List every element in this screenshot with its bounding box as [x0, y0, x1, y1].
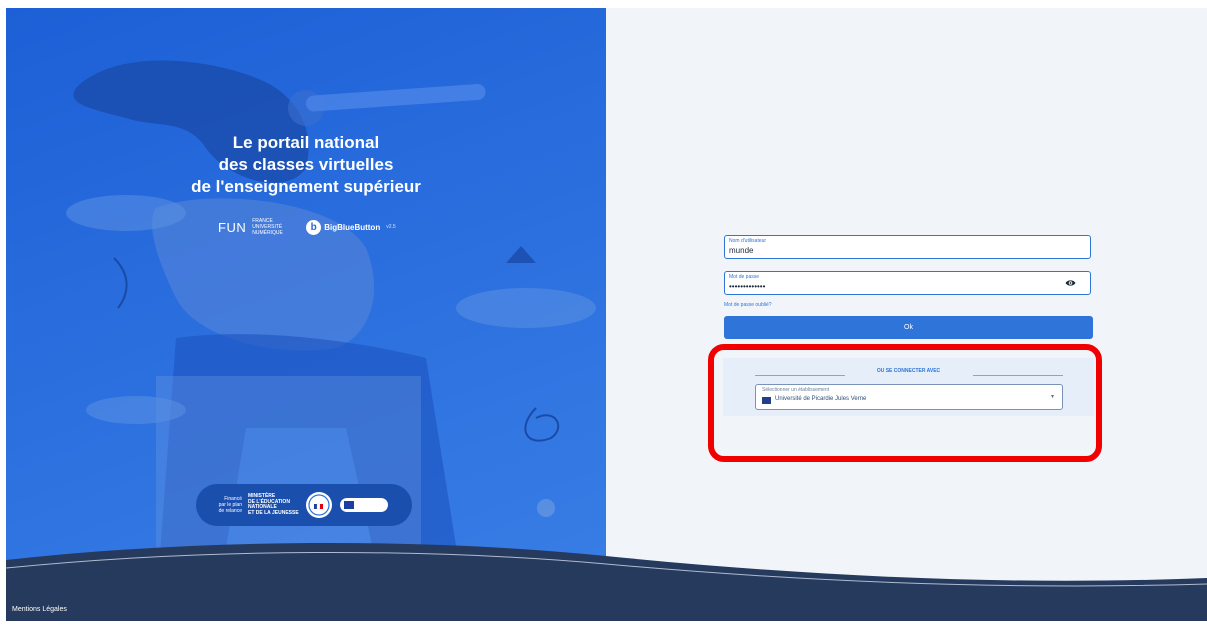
- funding-line-3: de relance: [218, 508, 242, 514]
- bigbluebutton-version: v2.5: [386, 224, 396, 230]
- ministry-logo: MINISTÈRE DE L'ÉDUCATION NATIONALE ET DE…: [248, 493, 300, 516]
- password-label: Mot de passe: [729, 274, 760, 280]
- tagline-line-3: de l'enseignement supérieur: [191, 177, 421, 196]
- password-input[interactable]: •••••••••••••: [729, 282, 765, 291]
- username-input[interactable]: munde: [729, 246, 753, 255]
- fun-logo: FUN: [218, 219, 247, 235]
- login-page: Le portail national des classes virtuell…: [6, 8, 1207, 621]
- eye-icon[interactable]: [1065, 279, 1076, 287]
- forgot-password-link[interactable]: Mot de passe oublié?: [724, 302, 772, 308]
- bigbluebutton-name: BigBlueButton: [324, 222, 381, 232]
- bigbluebutton-logo: b BigBlueButton v2.5: [306, 219, 396, 235]
- username-field[interactable]: Nom d'utilisateur munde: [724, 235, 1091, 259]
- eu-flag-icon: [344, 501, 354, 509]
- bigbluebutton-icon: b: [306, 219, 322, 235]
- fun-sub-line-3: NUMÉRIQUE: [252, 230, 283, 236]
- partner-logos: FUN FRANCE UNIVERSITÉ NUMÉRIQUE b BigBlu…: [218, 214, 396, 240]
- eu-funding-logo: [340, 498, 388, 512]
- password-field[interactable]: Mot de passe •••••••••••••: [724, 271, 1091, 295]
- footer-wave: [6, 542, 1207, 621]
- ok-button[interactable]: Ok: [724, 316, 1093, 339]
- tagline-line-2: des classes virtuelles: [218, 155, 394, 174]
- legal-notice-link[interactable]: Mentions Légales: [12, 606, 67, 613]
- ministry-line-4: ET DE LA JEUNESSE: [248, 509, 299, 516]
- fun-logo-subtitle: FRANCE UNIVERSITÉ NUMÉRIQUE: [252, 218, 294, 236]
- tagline-line-1: Le portail national: [232, 133, 380, 152]
- sso-highlight-box: [708, 344, 1102, 462]
- username-label: Nom d'utilisateur: [729, 238, 767, 244]
- france-relance-seal-icon: [306, 492, 332, 518]
- funding-text: Financé par le plan de relance: [202, 496, 242, 514]
- hero-tagline: Le portail national des classes virtuell…: [6, 132, 606, 198]
- funding-banner: Financé par le plan de relance MINISTÈRE…: [196, 484, 412, 526]
